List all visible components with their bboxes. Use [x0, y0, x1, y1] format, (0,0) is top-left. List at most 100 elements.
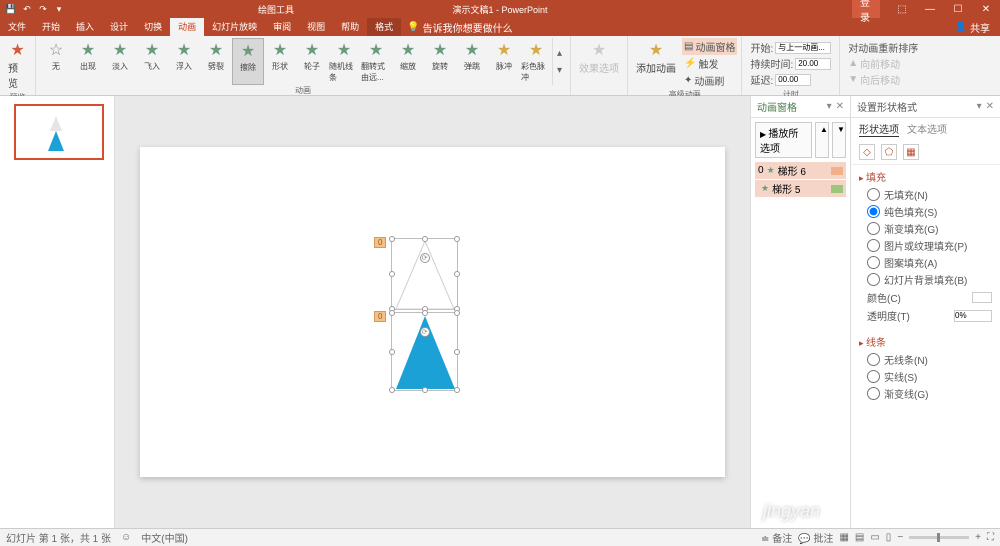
- pane-icon: ▤: [684, 41, 693, 52]
- anim-none[interactable]: ☆无: [40, 38, 72, 85]
- line-header[interactable]: ▸ 线条: [859, 334, 992, 349]
- size-icon[interactable]: ▦: [903, 144, 919, 160]
- shape-trapezoid-6[interactable]: 0 ⟳: [391, 238, 458, 310]
- delay-input[interactable]: [775, 74, 811, 86]
- tab-design[interactable]: 设计: [102, 18, 136, 36]
- tab-shape-options[interactable]: 形状选项: [859, 121, 899, 137]
- anim-tag-2[interactable]: 0: [374, 311, 386, 322]
- anim-shape[interactable]: ★形状: [264, 38, 296, 85]
- sorter-view-icon[interactable]: ▤: [855, 532, 864, 543]
- fill-none-radio[interactable]: [867, 188, 880, 201]
- undo-icon[interactable]: ↶: [20, 2, 34, 16]
- play-selected-button[interactable]: ▶ 播放所选项: [755, 122, 812, 158]
- close-icon[interactable]: ✕: [972, 0, 1000, 18]
- anim-swivel[interactable]: ★旋转: [424, 38, 456, 85]
- fit-window-icon[interactable]: ⛶: [987, 532, 994, 543]
- shape-trapezoid-5[interactable]: 0 ⟳: [391, 312, 458, 391]
- fill-picture-radio[interactable]: [867, 239, 880, 252]
- transparency-input[interactable]: [954, 310, 992, 322]
- anim-random[interactable]: ★随机线条: [328, 38, 360, 85]
- tab-text-options[interactable]: 文本选项: [907, 121, 947, 137]
- line-solid-radio[interactable]: [867, 370, 880, 383]
- anim-fade[interactable]: ★淡入: [104, 38, 136, 85]
- duration-input[interactable]: [795, 58, 831, 70]
- comments-button[interactable]: 💬 批注: [798, 530, 833, 545]
- accessibility-icon[interactable]: ☺: [121, 532, 131, 543]
- canvas-area[interactable]: 0 ⟳ 0 ⟳: [115, 96, 750, 528]
- notes-button[interactable]: ≐ 备注: [761, 530, 792, 545]
- fill-line-icon[interactable]: ◇: [859, 144, 875, 160]
- effect-options-button[interactable]: ★效果选项: [575, 38, 623, 77]
- redo-icon[interactable]: ↷: [36, 2, 50, 16]
- anim-zoom[interactable]: ★缩放: [392, 38, 424, 85]
- slideshow-view-icon[interactable]: ▯: [886, 532, 892, 543]
- fill-gradient-radio[interactable]: [867, 222, 880, 235]
- anim-bounce[interactable]: ★弹跳: [456, 38, 488, 85]
- pane-close-icon[interactable]: ✕: [836, 101, 844, 112]
- ribbon-options-icon[interactable]: ⬚: [888, 0, 916, 18]
- start-from-beginning-icon[interactable]: ▾: [52, 2, 66, 16]
- anim-wheel[interactable]: ★轮子: [296, 38, 328, 85]
- animation-painter-button[interactable]: ✦动画刷: [682, 72, 737, 89]
- pane-dropdown-icon[interactable]: ▾: [827, 101, 832, 112]
- anim-wipe[interactable]: ★擦除: [232, 38, 264, 85]
- color-swatch[interactable]: [972, 292, 992, 303]
- anim-colorpulse[interactable]: ★彩色脉冲: [520, 38, 552, 85]
- login-button[interactable]: 登录: [852, 0, 880, 18]
- pane-dropdown-icon[interactable]: ▾: [977, 101, 982, 112]
- star-icon: ★: [497, 40, 511, 60]
- anim-pulse[interactable]: ★脉冲: [488, 38, 520, 85]
- anim-tag-1[interactable]: 0: [374, 237, 386, 248]
- pane-close-icon[interactable]: ✕: [986, 101, 994, 112]
- normal-view-icon[interactable]: ▦: [839, 532, 848, 543]
- anim-appear[interactable]: ★出现: [72, 38, 104, 85]
- tab-review[interactable]: 审阅: [265, 18, 299, 36]
- slide[interactable]: 0 ⟳ 0 ⟳: [140, 147, 725, 477]
- anim-split[interactable]: ★劈裂: [200, 38, 232, 85]
- tab-view[interactable]: 视图: [299, 18, 333, 36]
- share-button[interactable]: 👤共享: [945, 18, 1000, 36]
- tab-animation[interactable]: 动画: [170, 18, 204, 36]
- tab-help[interactable]: 帮助: [333, 18, 367, 36]
- tab-slideshow[interactable]: 幻灯片放映: [204, 18, 265, 36]
- save-icon[interactable]: 💾: [4, 2, 18, 16]
- line-none-radio[interactable]: [867, 353, 880, 366]
- reading-view-icon[interactable]: ▭: [870, 532, 879, 543]
- slide-navigator[interactable]: [0, 96, 115, 528]
- move-down-button[interactable]: ▼: [832, 122, 846, 158]
- minimize-icon[interactable]: —: [916, 0, 944, 18]
- tab-home[interactable]: 开始: [34, 18, 68, 36]
- fill-slidebg-radio[interactable]: [867, 273, 880, 286]
- trigger-button[interactable]: ⚡触发: [682, 55, 737, 72]
- zoom-in-icon[interactable]: +: [975, 532, 981, 543]
- add-animation-button[interactable]: ★添加动画: [632, 38, 680, 77]
- tell-me[interactable]: 💡告诉我你想要做什么: [407, 18, 512, 36]
- start-input[interactable]: [775, 42, 831, 54]
- fill-pattern-radio[interactable]: [867, 256, 880, 269]
- fill-header[interactable]: ▸ 填充: [859, 169, 992, 184]
- language-status[interactable]: 中文(中国): [141, 530, 188, 545]
- slide-thumbnail-1[interactable]: [14, 104, 104, 160]
- effects-icon[interactable]: ⬠: [881, 144, 897, 160]
- anim-flyin[interactable]: ★飞入: [136, 38, 168, 85]
- anim-list-item-2[interactable]: ★ 梯形 5: [755, 180, 846, 197]
- anim-list-item-1[interactable]: 0 ★ 梯形 6: [755, 162, 846, 179]
- anim-float[interactable]: ★浮入: [168, 38, 200, 85]
- maximize-icon[interactable]: ☐: [944, 0, 972, 18]
- animation-pane-button[interactable]: ▤动画窗格: [682, 38, 737, 55]
- tab-insert[interactable]: 插入: [68, 18, 102, 36]
- triangle-outline-icon: [392, 239, 459, 311]
- tab-file[interactable]: 文件: [0, 18, 34, 36]
- anim-pivot[interactable]: ★翻转式由远...: [360, 38, 392, 85]
- tab-format[interactable]: 格式: [367, 18, 401, 36]
- zoom-out-icon[interactable]: −: [897, 532, 903, 543]
- preview-button[interactable]: ★预览: [4, 38, 31, 92]
- anim-gallery-more[interactable]: ▴▾: [552, 38, 566, 85]
- move-up-button[interactable]: ▲: [815, 122, 829, 158]
- rotate-handle[interactable]: ⟳: [420, 327, 430, 337]
- line-gradient-radio[interactable]: [867, 387, 880, 400]
- zoom-slider[interactable]: [909, 536, 969, 539]
- tab-transition[interactable]: 切换: [136, 18, 170, 36]
- fill-solid-radio[interactable]: [867, 205, 880, 218]
- rotate-handle[interactable]: ⟳: [420, 253, 430, 263]
